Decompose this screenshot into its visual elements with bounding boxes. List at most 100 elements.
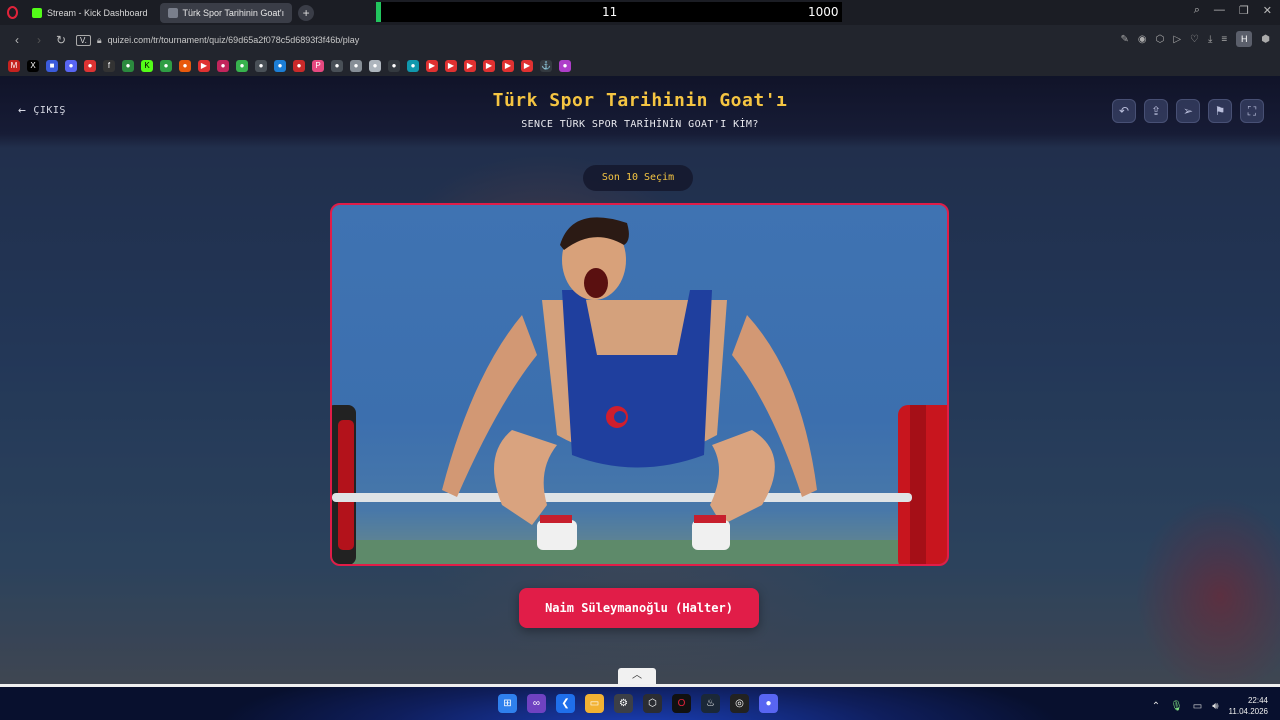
x-bookmark-icon[interactable]: X <box>27 59 39 72</box>
taskbar: ⊞ ∞ ❮ ▭ ⚙ ⬡ O ♨ ◎ ● ⌃ 🎙︎ ▭ 🔊︎ 22:44 11.0… <box>0 684 1280 720</box>
tab-label: Türk Spor Tarihinin Goat'ı <box>182 7 285 18</box>
youtube-bookmark-icon[interactable]: ▶ <box>483 59 495 72</box>
download-icon[interactable]: ⤓ <box>1208 34 1212 45</box>
pinterest-bookmark-icon[interactable]: P <box>312 59 324 72</box>
bookmark-icon[interactable]: ● <box>407 59 419 72</box>
address-bar: ‹ › ↻ V. 🔒︎ quizei.com/tr/tournament/qui… <box>0 25 1280 55</box>
contestant-photo[interactable] <box>330 203 949 566</box>
youtube-bookmark-icon[interactable]: ▶ <box>464 59 476 72</box>
heart-icon[interactable]: ♡ <box>1190 34 1199 45</box>
counter-indicator <box>376 2 381 22</box>
back-icon[interactable]: ‹ <box>6 33 28 47</box>
settings-icon[interactable]: ⚙ <box>614 694 633 713</box>
clock[interactable]: 22:44 11.04.2026 <box>1229 695 1268 717</box>
profile-avatar[interactable]: H <box>1236 31 1253 47</box>
gmail-bookmark-icon[interactable]: M <box>8 59 20 72</box>
bookmark-icon[interactable]: ● <box>179 59 191 72</box>
file-explorer-icon[interactable]: ▭ <box>585 694 604 713</box>
tab-quiz[interactable]: Türk Spor Tarihinin Goat'ı <box>159 2 293 23</box>
page-subtitle: SENCE TÜRK SPOR TARİHİNİN GOAT'I KİM? <box>521 119 759 130</box>
bookmark-icon[interactable]: ● <box>350 59 362 72</box>
clock-time: 22:44 <box>1247 696 1268 705</box>
chevron-up-icon[interactable]: ⌃ <box>1152 701 1160 712</box>
youtube-bookmark-icon[interactable]: ▶ <box>521 59 533 72</box>
fullscreen-icon[interactable]: ⛶ <box>1240 99 1264 123</box>
new-tab-button[interactable]: + <box>298 4 315 21</box>
volume-icon[interactable]: 🔊︎ <box>1212 701 1218 712</box>
youtube-bookmark-icon[interactable]: ▶ <box>502 59 514 72</box>
bookmark-icon[interactable]: f <box>103 59 115 72</box>
bookmark-icon[interactable]: ● <box>274 59 286 72</box>
bookmark-icon[interactable]: ● <box>255 59 267 72</box>
network-icon[interactable]: ▭ <box>1193 701 1202 712</box>
screen: Stream - Kick Dashboard Türk Spor Tarihi… <box>0 0 1280 720</box>
reload-icon[interactable]: ↻ <box>50 33 72 47</box>
bookmark-icon[interactable]: ● <box>559 59 571 72</box>
lock-icon[interactable]: 🔒︎ <box>97 35 102 46</box>
system-tray: ⌃ 🎙︎ ▭ 🔊︎ 22:44 11.04.2026 <box>1152 695 1268 717</box>
choice-button[interactable]: Naim Süleymanoğlu (Halter) <box>519 588 759 628</box>
visual-studio-icon[interactable]: ∞ <box>527 694 546 713</box>
camera-icon[interactable]: ◉ <box>1138 34 1147 45</box>
opera-icon[interactable]: O <box>672 694 691 713</box>
weightlifter-illustration <box>332 217 947 564</box>
bookmarks-bar: M X ■ ● ● f ● K ● ● ▶ ● ● ● ● ● P ● ● ● … <box>0 55 1280 76</box>
edit-icon[interactable]: ✎ <box>1120 34 1128 45</box>
taskbar-apps: ⊞ ∞ ❮ ▭ ⚙ ⬡ O ♨ ◎ ● <box>498 694 778 713</box>
anchor-bookmark-icon[interactable]: ⚓ <box>540 59 552 72</box>
windows-start-icon[interactable]: ⊞ <box>498 694 517 713</box>
undo-icon[interactable]: ↶ <box>1112 99 1136 123</box>
search-tabs-icon[interactable]: ⌕ <box>1194 4 1200 17</box>
quiz-favicon-icon <box>167 7 178 18</box>
obs-icon[interactable]: ◎ <box>730 694 749 713</box>
discord-bookmark-icon[interactable]: ● <box>65 59 77 72</box>
app-bookmark-icon[interactable]: ■ <box>46 59 58 72</box>
kick-favicon-icon <box>32 7 42 18</box>
counter-left-value: 11 <box>602 5 618 19</box>
youtube-bookmark-icon[interactable]: ▶ <box>198 59 210 72</box>
tab-label: Stream - Kick Dashboard <box>47 7 148 18</box>
minimize-icon[interactable]: — <box>1214 4 1225 17</box>
site-badge[interactable]: V. <box>76 34 91 46</box>
bookmark-icon[interactable]: ● <box>236 59 248 72</box>
bookmark-icon[interactable]: ● <box>122 59 134 72</box>
counter-right-value: 1000 <box>808 5 839 19</box>
toolbar: ↶ ⇪ ➢ ⚑ ⛶ <box>1112 99 1264 123</box>
bookmark-icon[interactable]: ● <box>84 59 96 72</box>
shield-icon[interactable]: ⬡ <box>1156 34 1165 45</box>
extensions-icon[interactable]: ⬢ <box>1261 34 1270 45</box>
vscode-icon[interactable]: ❮ <box>556 694 575 713</box>
youtube-bookmark-icon[interactable]: ▶ <box>426 59 438 72</box>
bookmark-icon[interactable]: ● <box>293 59 305 72</box>
send-icon[interactable]: ➢ <box>1176 99 1200 123</box>
steam-icon[interactable]: ♨ <box>701 694 720 713</box>
play-icon[interactable]: ▷ <box>1173 34 1181 45</box>
bookmark-icon[interactable]: ● <box>160 59 172 72</box>
chevron-up-icon[interactable]: ︿ <box>618 668 656 684</box>
microphone-icon[interactable]: 🎙︎ <box>1170 701 1183 712</box>
clock-date: 11.04.2026 <box>1228 707 1268 716</box>
menu-icon[interactable]: ≡ <box>1221 34 1227 45</box>
discord-icon[interactable]: ● <box>759 694 778 713</box>
url-field[interactable]: quizei.com/tr/tournament/quiz/69d65a2f07… <box>108 35 360 45</box>
browser-tab-bar: Stream - Kick Dashboard Türk Spor Tarihi… <box>0 0 1280 25</box>
bookmark-icon[interactable]: ● <box>388 59 400 72</box>
bookmark-icon[interactable]: ● <box>369 59 381 72</box>
app-icon[interactable]: ⬡ <box>643 694 662 713</box>
tab-kick-dashboard[interactable]: Stream - Kick Dashboard <box>24 3 156 23</box>
close-icon[interactable]: ✕ <box>1263 4 1272 17</box>
address-actions: ✎ ◉ ⬡ ▷ ♡ ⤓ ≡ H ⬢ <box>1120 31 1270 47</box>
youtube-bookmark-icon[interactable]: ▶ <box>445 59 457 72</box>
stream-counter-bar: 11 1000 <box>376 2 842 22</box>
forward-icon[interactable]: › <box>28 33 50 47</box>
kick-bookmark-icon[interactable]: K <box>141 59 153 72</box>
window-controls: ⌕ — ❐ ✕ <box>1194 4 1272 17</box>
round-badge: Son 10 Seçim <box>583 165 693 191</box>
bookmark-icon[interactable]: ● <box>217 59 229 72</box>
bookmark-icon[interactable]: ● <box>331 59 343 72</box>
opera-logo-icon[interactable] <box>0 0 24 25</box>
share-icon[interactable]: ⇪ <box>1144 99 1168 123</box>
flag-icon[interactable]: ⚑ <box>1208 99 1232 123</box>
quiz-header: ← ÇIKIŞ Türk Spor Tarihinin Goat'ı SENCE… <box>0 76 1280 148</box>
restore-icon[interactable]: ❐ <box>1239 4 1249 17</box>
